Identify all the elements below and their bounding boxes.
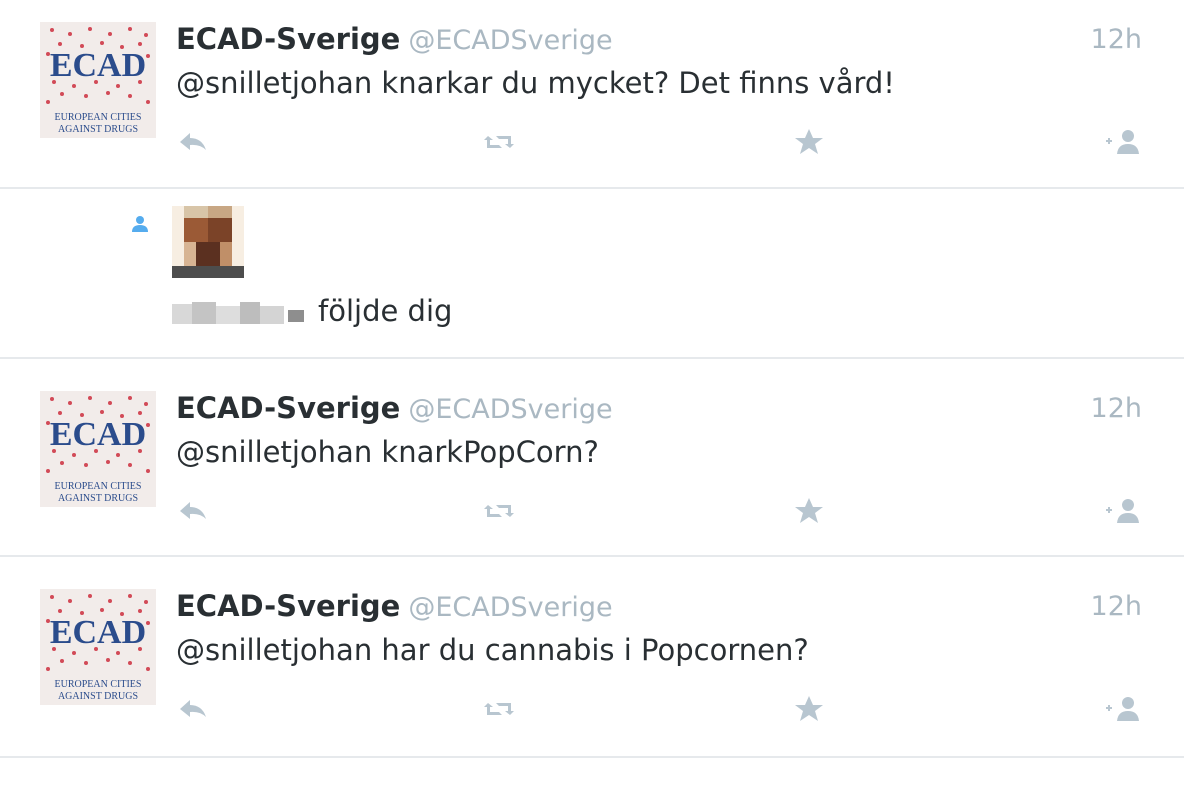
star-icon xyxy=(795,696,823,721)
follow-icon xyxy=(1106,499,1139,523)
retweet-icon xyxy=(484,136,514,148)
retweet-button[interactable] xyxy=(480,495,520,527)
reply-icon xyxy=(180,700,206,717)
reply-button[interactable] xyxy=(176,495,216,527)
follow-button[interactable] xyxy=(1104,693,1144,725)
author-handle[interactable]: @ECADSverige xyxy=(408,592,612,623)
retweet-button[interactable] xyxy=(480,693,520,725)
reply-button[interactable] xyxy=(176,693,216,725)
favorite-button[interactable] xyxy=(790,495,830,527)
logo-line1: EUROPEAN CITIES xyxy=(55,481,142,492)
favorite-button[interactable] xyxy=(790,693,830,725)
person-icon xyxy=(128,212,152,236)
follow-icon xyxy=(1106,697,1139,721)
tweet-text: @snilletjohan har du cannabis i Popcorne… xyxy=(176,633,809,667)
retweet-icon xyxy=(484,703,514,715)
logo-line1: EUROPEAN CITIES xyxy=(55,112,142,123)
reply-icon xyxy=(180,133,206,150)
logo-text: ECAD xyxy=(50,614,146,651)
follow-icon xyxy=(1106,130,1139,154)
tweet-text: @snilletjohan knarkPopCorn? xyxy=(176,435,599,469)
avatar[interactable]: ECAD EUROPEAN CITIES AGAINST DRUGS xyxy=(40,22,156,138)
author-name[interactable]: ECAD-Sverige @ECADSverige xyxy=(176,22,613,56)
logo-line2: AGAINST DRUGS xyxy=(58,691,138,702)
author-display-name[interactable]: ECAD-Sverige xyxy=(176,391,400,425)
divider xyxy=(0,756,1184,758)
follow-notice-text: följde dig xyxy=(318,294,453,328)
star-icon xyxy=(795,498,823,523)
follower-name-blurred[interactable] xyxy=(172,298,308,328)
logo-line2: AGAINST DRUGS xyxy=(58,124,138,135)
star-icon xyxy=(795,129,823,154)
tweet[interactable]: ECAD EUROPEAN CITIES AGAINST DRUGS ECAD-… xyxy=(0,0,1184,188)
follow-button[interactable] xyxy=(1104,495,1144,527)
author-handle[interactable]: @ECADSverige xyxy=(408,25,612,56)
tweet[interactable]: ECAD EUROPEAN CITIES AGAINST DRUGS ECAD-… xyxy=(0,557,1184,757)
author-display-name[interactable]: ECAD-Sverige xyxy=(176,22,400,56)
avatar[interactable]: ECAD EUROPEAN CITIES AGAINST DRUGS xyxy=(40,391,156,507)
logo-line1: EUROPEAN CITIES xyxy=(55,679,142,690)
reply-icon xyxy=(180,502,206,519)
timestamp[interactable]: 12h xyxy=(1091,393,1142,424)
tweet[interactable]: ECAD EUROPEAN CITIES AGAINST DRUGS ECAD-… xyxy=(0,359,1184,555)
logo-text: ECAD xyxy=(50,416,146,453)
follower-avatar[interactable] xyxy=(172,206,244,278)
author-handle[interactable]: @ECADSverige xyxy=(408,394,612,425)
retweet-icon xyxy=(484,505,514,517)
author-name[interactable]: ECAD-Sverige @ECADSverige xyxy=(176,391,613,425)
timestamp[interactable]: 12h xyxy=(1091,591,1142,622)
author-display-name[interactable]: ECAD-Sverige xyxy=(176,589,400,623)
retweet-button[interactable] xyxy=(480,126,520,158)
logo-line2: AGAINST DRUGS xyxy=(58,493,138,504)
follow-notification[interactable]: följde dig xyxy=(0,189,1184,357)
favorite-button[interactable] xyxy=(790,126,830,158)
avatar[interactable]: ECAD EUROPEAN CITIES AGAINST DRUGS xyxy=(40,589,156,705)
follow-button[interactable] xyxy=(1104,126,1144,158)
timestamp[interactable]: 12h xyxy=(1091,24,1142,55)
tweet-text: @snilletjohan knarkar du mycket? Det fin… xyxy=(176,66,895,100)
logo-text: ECAD xyxy=(50,47,146,84)
author-name[interactable]: ECAD-Sverige @ECADSverige xyxy=(176,589,613,623)
reply-button[interactable] xyxy=(176,126,216,158)
